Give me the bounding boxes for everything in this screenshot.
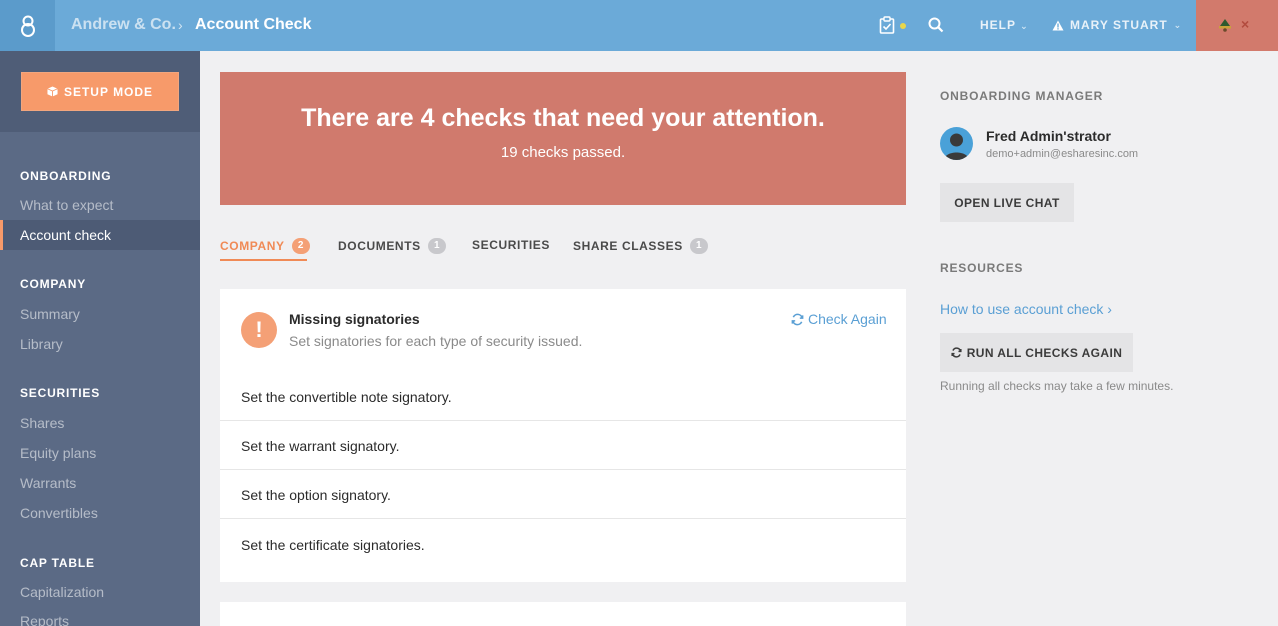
user-name: MARY STUART	[1070, 18, 1168, 32]
check-item[interactable]: Set the warrant signatory.	[220, 421, 906, 470]
check-item[interactable]: Set the option signatory.	[220, 470, 906, 519]
tab-count-badge: 2	[291, 238, 310, 254]
search-icon[interactable]	[928, 17, 944, 33]
sidebar-section-company: COMPANY	[20, 277, 87, 291]
warning-icon	[1052, 20, 1064, 30]
tab-securities[interactable]: SECURITIES	[472, 238, 550, 252]
tab-count-badge: 1	[427, 238, 446, 254]
check-description: Set signatories for each type of securit…	[289, 333, 583, 349]
sidebar-item-capitalization[interactable]: Capitalization	[20, 584, 104, 600]
manager-email: demo+admin@esharesinc.com	[986, 148, 1139, 160]
button-label: RUN ALL CHECKS AGAIN	[966, 345, 1123, 360]
chevron-down-icon: ⌄	[1173, 19, 1183, 30]
check-item-text: Set the convertible note signatory.	[241, 389, 452, 405]
help-menu[interactable]: HELP ⌄	[980, 18, 1029, 32]
check-item-text: Set the option signatory.	[241, 487, 391, 503]
tab-documents[interactable]: DOCUMENTS 1	[338, 238, 446, 254]
banner-title: There are 4 checks that need your attent…	[301, 104, 825, 132]
manager-name: Fred Admin'strator	[986, 128, 1111, 144]
tab-company[interactable]: COMPANY 2	[220, 238, 310, 254]
check-item[interactable]: Set the certificate signatories.	[220, 520, 906, 569]
run-all-note: Running all checks may take a few minute…	[940, 379, 1174, 393]
setup-mode-label: SETUP MODE	[63, 84, 154, 99]
avatar	[940, 127, 973, 160]
button-label: OPEN LIVE CHAT	[954, 195, 1060, 210]
page-title: Account Check	[195, 16, 312, 33]
sidebar-item-label: Account check	[20, 227, 112, 243]
setup-mode-button[interactable]: SETUP MODE	[21, 72, 179, 111]
sidebar-item-reports[interactable]: Reports	[20, 613, 69, 626]
user-menu[interactable]: MARY STUART ⌄	[1052, 18, 1182, 32]
check-card: ! Missing signatories Set signatories fo…	[220, 289, 906, 582]
sidebar: SETUP MODE ONBOARDING What to expect Acc…	[0, 51, 200, 626]
alert-icon: !	[241, 312, 277, 348]
sidebar-section-securities: SECURITIES	[20, 386, 101, 400]
sidebar-item-equity-plans[interactable]: Equity plans	[20, 445, 96, 461]
sidebar-section-cap-table: CAP TABLE	[20, 556, 95, 570]
tab-label: DOCUMENTS	[338, 239, 421, 253]
hat-icon	[1219, 18, 1231, 32]
close-icon[interactable]: ×	[1241, 16, 1249, 32]
chevron-down-icon: ⌄	[1020, 21, 1029, 31]
tab-label: SHARE CLASSES	[573, 239, 683, 253]
sidebar-item-shares[interactable]: Shares	[20, 415, 64, 431]
run-all-checks-button[interactable]: RUN ALL CHECKS AGAIN	[940, 333, 1133, 372]
refresh-icon	[951, 347, 962, 358]
open-live-chat-button[interactable]: OPEN LIVE CHAT	[940, 183, 1074, 222]
check-title: Missing signatories	[289, 311, 420, 327]
exit-setup-area[interactable]: ×	[1196, 0, 1278, 51]
banner-subtitle: 19 checks passed.	[500, 144, 626, 161]
check-again-label: Check Again	[808, 311, 887, 327]
sidebar-item-convertibles[interactable]: Convertibles	[20, 505, 98, 521]
sidebar-header: SETUP MODE	[0, 51, 200, 132]
clipboard-icon[interactable]	[879, 16, 895, 34]
check-again-link[interactable]: Check Again	[791, 311, 887, 327]
onboarding-manager-heading: ONBOARDING MANAGER	[940, 89, 1104, 103]
avatar-icon	[944, 133, 969, 160]
sidebar-section-onboarding: ONBOARDING	[20, 169, 112, 183]
sidebar-item-account-check[interactable]: Account check	[0, 220, 200, 250]
sidebar-item-warrants[interactable]: Warrants	[20, 475, 76, 491]
help-label: HELP	[980, 18, 1016, 32]
next-check-card	[220, 602, 906, 626]
tab-share-classes[interactable]: SHARE CLASSES 1	[573, 238, 708, 254]
sidebar-item-summary[interactable]: Summary	[20, 306, 80, 322]
breadcrumb-company[interactable]: Andrew & Co.	[71, 16, 176, 34]
check-item-text: Set the warrant signatory.	[241, 438, 400, 454]
how-to-use-account-check-link[interactable]: How to use account check ›	[940, 301, 1112, 317]
breadcrumb-separator: ›	[178, 17, 183, 33]
check-item[interactable]: Set the convertible note signatory.	[220, 372, 906, 421]
tab-label: SECURITIES	[472, 238, 551, 252]
top-bar: Andrew & Co. › Account Check HELP ⌄ MARY…	[0, 0, 1278, 51]
refresh-icon	[791, 313, 804, 325]
notification-dot	[900, 23, 906, 29]
sidebar-item-library[interactable]: Library	[20, 336, 63, 352]
logo-icon[interactable]	[0, 0, 55, 51]
active-tab-indicator	[220, 259, 307, 261]
resources-heading: RESOURCES	[940, 261, 1024, 275]
check-item-text: Set the certificate signatories.	[241, 537, 425, 553]
tab-count-badge: 1	[689, 238, 708, 254]
cube-icon	[47, 86, 58, 97]
attention-banner: There are 4 checks that need your attent…	[220, 72, 906, 205]
tab-label: COMPANY	[220, 239, 285, 253]
sidebar-item-what-to-expect[interactable]: What to expect	[20, 197, 113, 213]
